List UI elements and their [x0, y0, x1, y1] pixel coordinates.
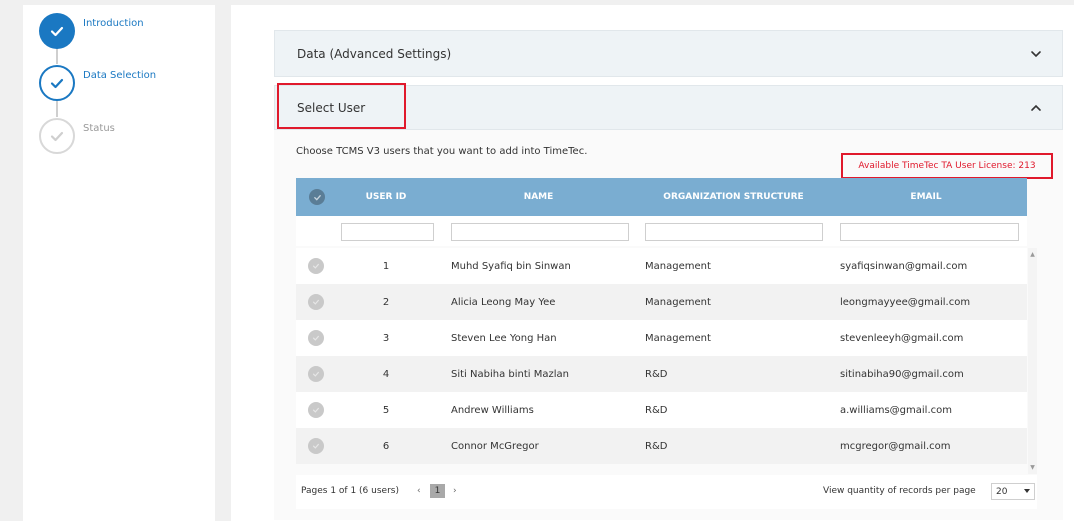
user-id-cell: 3: [382, 332, 390, 344]
user-id-cell: 2: [382, 296, 390, 308]
table-scrollbar[interactable]: ▲ ▼: [1028, 248, 1037, 474]
organization-cell: R&D: [645, 404, 668, 416]
column-header-organization[interactable]: ORGANIZATION STRUCTURE: [646, 178, 821, 216]
per-page-value: 20: [996, 486, 1008, 497]
check-icon: [313, 263, 319, 269]
email-cell: stevenleeyh@gmail.com: [840, 332, 964, 344]
main-panel: Data (Advanced Settings) Select User Cho…: [231, 5, 1074, 521]
check-icon: [313, 335, 319, 341]
step-data-selection[interactable]: Data Selection: [39, 65, 156, 101]
caret-down-icon: [1024, 489, 1030, 493]
prev-page-button[interactable]: ‹: [417, 486, 421, 496]
check-icon: [313, 299, 319, 305]
step-introduction[interactable]: Introduction: [39, 13, 144, 49]
next-page-button[interactable]: ›: [453, 486, 457, 496]
email-cell: leongmayyee@gmail.com: [840, 296, 971, 308]
table-row[interactable]: 6 Connor McGregor R&D mcgregor@gmail.com: [296, 428, 1027, 464]
scroll-up-arrow[interactable]: ▲: [1028, 250, 1037, 259]
name-cell: Muhd Syafiq bin Sinwan: [451, 260, 571, 272]
select-user-instruction: Choose TCMS V3 users that you want to ad…: [296, 146, 588, 157]
user-id-cell: 5: [382, 404, 390, 416]
email-filter[interactable]: [840, 223, 1019, 241]
table-header: USER ID NAME ORGANIZATION STRUCTURE EMAI…: [296, 178, 1027, 216]
user-id-filter[interactable]: [341, 223, 434, 241]
per-page-label: View quantity of records per page: [823, 486, 976, 496]
email-cell: mcgregor@gmail.com: [840, 440, 951, 452]
step-label: Status: [83, 123, 115, 134]
check-icon: [39, 118, 75, 154]
name-cell: Steven Lee Yong Han: [451, 332, 557, 344]
email-cell: a.williams@gmail.com: [840, 404, 952, 416]
check-icon: [39, 65, 75, 101]
user-id-cell: 6: [382, 440, 390, 452]
column-header-email[interactable]: EMAIL: [841, 178, 1011, 216]
table-row[interactable]: 3 Steven Lee Yong Han Management stevenl…: [296, 320, 1027, 356]
name-cell: Siti Nabiha binti Mazlan: [451, 368, 569, 380]
column-header-user-id[interactable]: USER ID: [341, 178, 431, 216]
step-label: Introduction: [83, 18, 144, 29]
table-row[interactable]: 5 Andrew Williams R&D a.williams@gmail.c…: [296, 392, 1027, 428]
check-icon: [313, 371, 319, 377]
page-summary: Pages 1 of 1 (6 users): [301, 486, 399, 496]
current-page-button[interactable]: 1: [430, 484, 445, 498]
chevron-down-icon[interactable]: [1030, 48, 1042, 60]
check-icon: [313, 194, 321, 201]
table-row[interactable]: 4 Siti Nabiha binti Mazlan R&D sitinabih…: [296, 356, 1027, 392]
row-checkbox[interactable]: [308, 294, 324, 310]
step-label: Data Selection: [83, 70, 157, 81]
license-count: Available TimeTec TA User License: 213: [841, 153, 1053, 179]
organization-cell: Management: [645, 296, 711, 308]
user-id-cell: 1: [382, 260, 390, 272]
filter-row: [296, 216, 1027, 246]
check-icon: [39, 13, 75, 49]
advanced-settings-title: Data (Advanced Settings): [297, 46, 452, 61]
row-checkbox[interactable]: [308, 258, 324, 274]
email-cell: sitinabiha90@gmail.com: [840, 368, 964, 380]
stepper-connector: [56, 99, 58, 117]
column-header-name[interactable]: NAME: [451, 178, 626, 216]
organization-filter[interactable]: [645, 223, 823, 241]
organization-cell: R&D: [645, 440, 668, 452]
check-icon: [313, 443, 319, 449]
scroll-down-arrow[interactable]: ▼: [1028, 463, 1037, 472]
name-cell: Connor McGregor: [451, 440, 539, 452]
table-row[interactable]: 1 Muhd Syafiq bin Sinwan Management syaf…: [296, 248, 1027, 284]
row-checkbox[interactable]: [308, 366, 324, 382]
table-row[interactable]: 2 Alicia Leong May Yee Management leongm…: [296, 284, 1027, 320]
user-id-cell: 4: [382, 368, 390, 380]
pagination-bar: Pages 1 of 1 (6 users) ‹ 1 › View quanti…: [296, 475, 1037, 509]
wizard-stepper: Introduction Data Selection Status: [23, 5, 215, 521]
check-icon: [313, 407, 319, 413]
chevron-up-icon[interactable]: [1030, 102, 1042, 114]
select-user-highlight: [277, 83, 406, 129]
advanced-settings-header[interactable]: Data (Advanced Settings): [274, 30, 1063, 77]
select-all-checkbox[interactable]: [309, 189, 325, 205]
step-status[interactable]: Status: [39, 118, 115, 154]
row-checkbox[interactable]: [308, 402, 324, 418]
organization-cell: Management: [645, 260, 711, 272]
name-cell: Andrew Williams: [451, 404, 534, 416]
organization-cell: R&D: [645, 368, 668, 380]
row-checkbox[interactable]: [308, 330, 324, 346]
name-filter[interactable]: [451, 223, 629, 241]
row-checkbox[interactable]: [308, 438, 324, 454]
per-page-select[interactable]: 20: [991, 483, 1035, 500]
name-cell: Alicia Leong May Yee: [451, 296, 556, 308]
organization-cell: Management: [645, 332, 711, 344]
email-cell: syafiqsinwan@gmail.com: [840, 260, 968, 272]
